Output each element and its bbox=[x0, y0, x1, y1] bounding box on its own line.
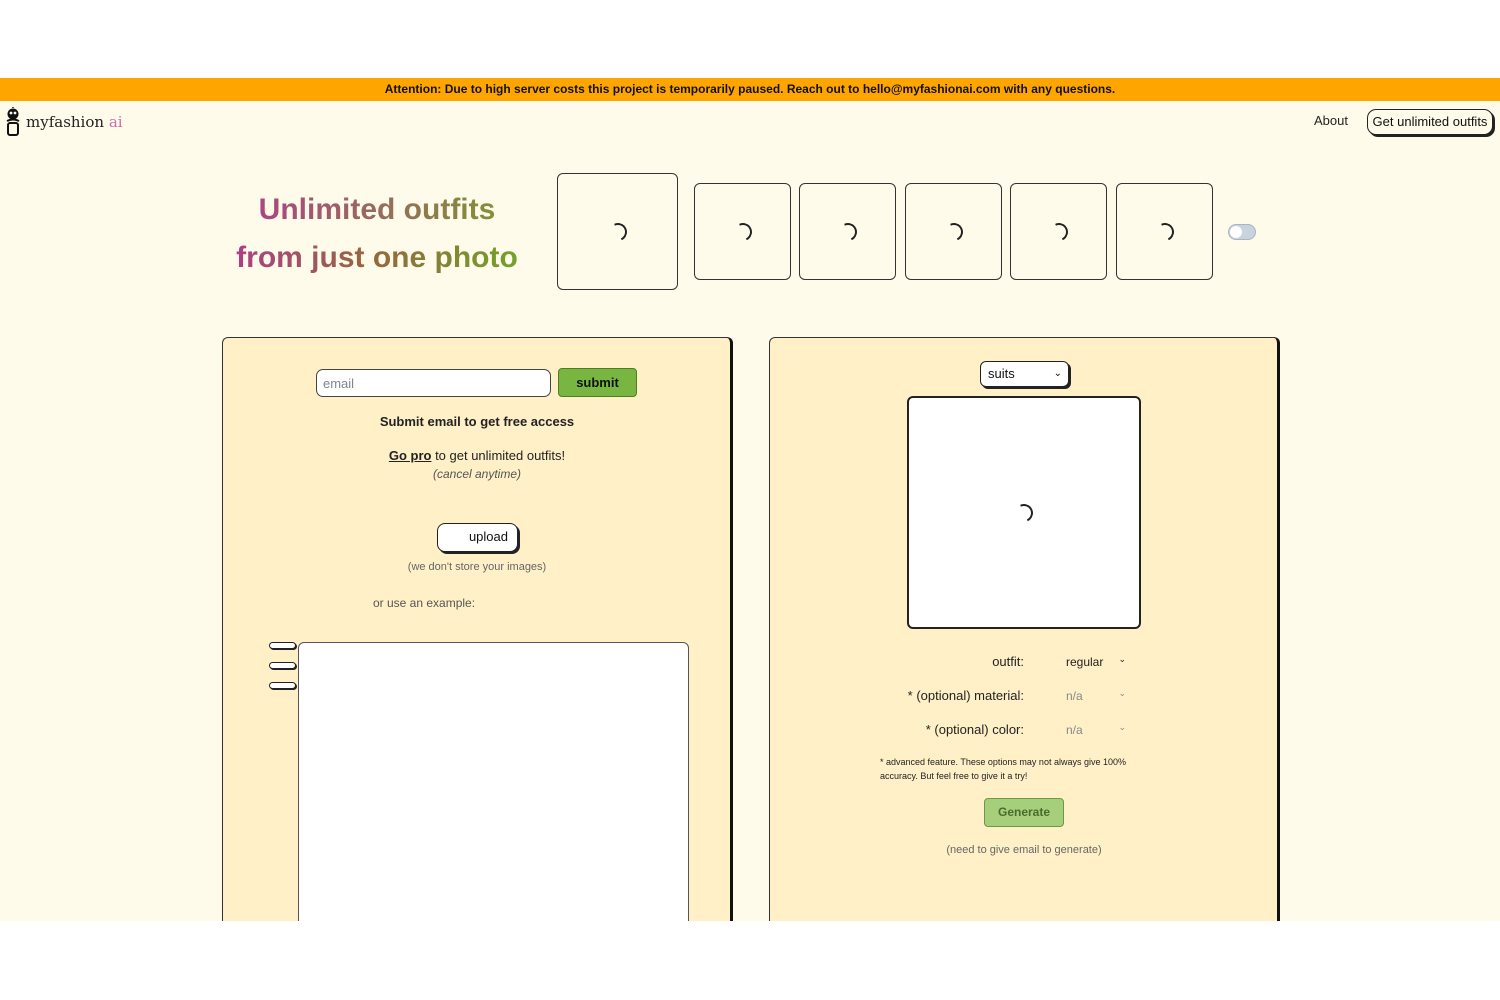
spinner-icon bbox=[835, 219, 860, 244]
outfit-thumbnail[interactable] bbox=[1010, 183, 1107, 280]
outfit-thumbnail[interactable] bbox=[799, 183, 896, 280]
go-pro-line: Go pro to get unlimited outfits! bbox=[223, 448, 731, 463]
color-select[interactable]: n/a ⌄ bbox=[1066, 722, 1126, 737]
example-tab[interactable] bbox=[269, 662, 296, 669]
page: Attention: Due to high server costs this… bbox=[0, 78, 1500, 921]
go-pro-text: to get unlimited outfits! bbox=[431, 448, 566, 463]
email-input[interactable] bbox=[316, 369, 551, 397]
outfit-value: regular bbox=[1066, 655, 1104, 669]
nav-about-link[interactable]: About bbox=[1314, 113, 1348, 128]
robot-hanger-icon bbox=[6, 107, 20, 136]
color-label: * (optional) color: bbox=[925, 722, 1024, 737]
color-value: n/a bbox=[1066, 723, 1083, 737]
outfit-label: outfit: bbox=[992, 654, 1024, 669]
spinner-icon bbox=[1046, 219, 1071, 244]
material-value: n/a bbox=[1066, 689, 1083, 703]
material-label: * (optional) material: bbox=[907, 688, 1024, 703]
toggle-knob bbox=[1230, 226, 1242, 238]
hero-line-1: Unlimited outfits bbox=[222, 186, 532, 234]
outfit-thumbnail[interactable] bbox=[905, 183, 1002, 280]
chevron-down-icon: ⌄ bbox=[1118, 722, 1126, 732]
category-select[interactable]: suits ⌄ bbox=[980, 361, 1069, 387]
logo[interactable]: myfashion ai bbox=[4, 107, 123, 137]
hero-line-2: from just one photo bbox=[222, 234, 532, 282]
spinner-icon bbox=[730, 219, 755, 244]
outfit-select[interactable]: regular ⌄ bbox=[1066, 654, 1126, 669]
spinner-icon bbox=[1152, 219, 1177, 244]
spinner-icon bbox=[1012, 500, 1036, 525]
cancel-note: (cancel anytime) bbox=[432, 467, 522, 481]
outfit-thumbnail[interactable] bbox=[1116, 183, 1213, 280]
go-pro-link[interactable]: Go pro bbox=[389, 448, 432, 463]
generate-note: (need to give email to generate) bbox=[946, 844, 1102, 856]
example-tab[interactable] bbox=[269, 642, 296, 649]
outfit-thumbnail[interactable] bbox=[694, 183, 791, 280]
logo-suffix: ai bbox=[108, 113, 123, 131]
outfit-thumbnail-main[interactable] bbox=[557, 173, 678, 290]
preview-image bbox=[907, 396, 1141, 629]
spinner-icon bbox=[941, 219, 966, 244]
attention-banner: Attention: Due to high server costs this… bbox=[0, 78, 1500, 101]
material-select[interactable]: n/a ⌄ bbox=[1066, 688, 1126, 703]
chevron-down-icon: ⌄ bbox=[1053, 368, 1062, 379]
upload-button[interactable]: upload bbox=[437, 523, 518, 552]
spinner-icon bbox=[605, 219, 630, 244]
generator-panel: suits ⌄ outfit: regular ⌄ * (optional) m… bbox=[769, 337, 1280, 921]
generate-button[interactable]: Generate bbox=[984, 798, 1064, 827]
chevron-down-icon: ⌄ bbox=[1118, 688, 1126, 698]
example-image-area[interactable] bbox=[298, 642, 689, 921]
signup-panel: submit Submit email to get free access G… bbox=[222, 337, 733, 921]
get-unlimited-button[interactable]: Get unlimited outfits bbox=[1367, 109, 1493, 135]
chevron-down-icon: ⌄ bbox=[1118, 654, 1126, 664]
example-label: or use an example: bbox=[373, 596, 476, 610]
submit-button[interactable]: submit bbox=[558, 368, 637, 397]
toggle-switch[interactable] bbox=[1228, 224, 1256, 240]
submit-note: Submit email to get free access bbox=[379, 414, 575, 429]
example-tab[interactable] bbox=[269, 682, 296, 689]
logo-text: myfashion ai bbox=[26, 113, 123, 131]
advanced-feature-note: * advanced feature. These options may no… bbox=[880, 757, 1126, 781]
privacy-note: (we don't store your images) bbox=[407, 561, 547, 573]
hero-title: Unlimited outfits from just one photo bbox=[222, 186, 532, 282]
category-value: suits bbox=[988, 366, 1015, 381]
